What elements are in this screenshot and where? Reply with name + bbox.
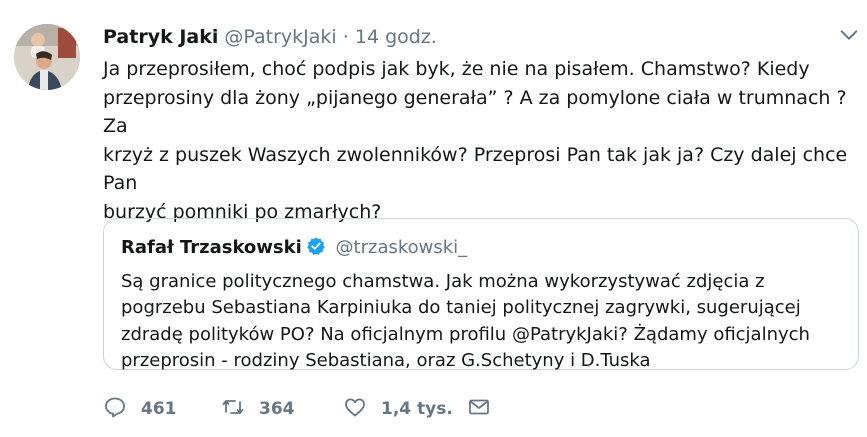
like-count: 1,4 tys. [381, 399, 453, 419]
retweet-icon [221, 395, 245, 423]
quoted-author-handle: @trzaskowski_ [335, 237, 468, 258]
avatar-photo [14, 24, 80, 90]
tweet-text: Ja przeprosiłem, choć podpis jak byk, że… [103, 58, 848, 223]
reply-button[interactable]: 461 [103, 394, 177, 424]
quoted-tweet-text: Są granice politycznego chamstwa. Jak mo… [121, 271, 810, 371]
tweet-header: Patryk Jaki @PatrykJaki · 14 godz. [103, 24, 437, 50]
quoted-tweet[interactable]: Rafał Trzaskowski @trzaskowski_ Są grani… [103, 218, 859, 371]
reply-count: 461 [141, 399, 177, 419]
retweet-count: 364 [259, 399, 295, 419]
author-handle[interactable]: @PatrykJaki [224, 26, 336, 48]
tweet-actions: 461 364 1,4 tys. [103, 394, 523, 424]
like-button[interactable]: 1,4 tys. [343, 394, 453, 424]
header-separator: · [342, 26, 349, 48]
reply-icon [103, 395, 127, 423]
tweet-timestamp[interactable]: 14 godz. [355, 26, 437, 48]
quoted-author-name: Rafał Trzaskowski [121, 237, 302, 258]
direct-message-button[interactable] [467, 394, 491, 424]
author-avatar[interactable] [14, 24, 80, 90]
verified-badge-icon [306, 236, 326, 256]
author-name[interactable]: Patryk Jaki [103, 26, 218, 48]
quoted-tweet-header: Rafał Trzaskowski @trzaskowski_ [121, 235, 467, 261]
heart-icon [343, 395, 367, 423]
envelope-icon [467, 395, 491, 423]
retweet-button[interactable]: 364 [221, 394, 295, 424]
chevron-down-icon[interactable] [838, 24, 860, 46]
